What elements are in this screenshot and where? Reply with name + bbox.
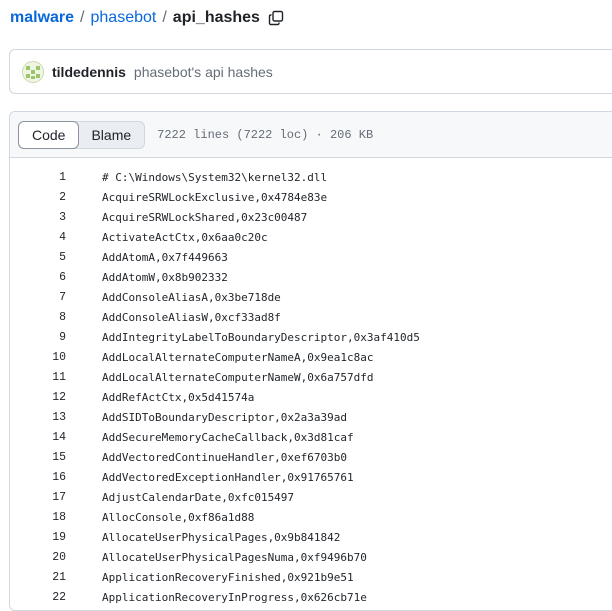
line-content: AddLocalAlternateComputerNameA,0x9ea1c8a… [102,350,374,364]
line-number[interactable]: 12 [10,391,66,404]
code-line: 20 AllocateUserPhysicalPagesNuma,0xf9496b… [10,547,612,567]
line-content: ApplicationRecoveryFinished,0x921b9e51 [102,570,354,584]
code-line: 4 ActivateActCtx,0x6aa0c20c [10,227,612,247]
line-number[interactable]: 15 [10,451,66,464]
commit-author-link[interactable]: tildedennis [52,64,126,80]
line-content: AllocateUserPhysicalPagesNuma,0xf9496b70 [102,550,367,564]
line-number[interactable]: 2 [10,191,66,204]
line-number[interactable]: 4 [10,231,66,244]
code-line: 9 AddIntegrityLabelToBoundaryDescriptor,0… [10,327,612,347]
line-number[interactable]: 21 [10,571,66,584]
line-content: AddVectoredExceptionHandler,0x91765761 [102,470,354,484]
code-line: 16 AddVectoredExceptionHandler,0x91765761 [10,467,612,487]
breadcrumb-repo-owner[interactable]: malware [10,9,74,27]
line-content: AllocConsole,0xf86a1d88 [102,510,255,524]
line-number[interactable]: 7 [10,291,66,304]
code-line: 8 AddConsoleAliasW,0xcf33ad8f [10,307,612,327]
copy-path-button[interactable] [268,10,284,26]
line-content: AddAtomW,0x8b902332 [102,270,228,284]
line-content: # C:\Windows\System32\kernel32.dll [102,170,328,184]
code-line: 5 AddAtomA,0x7f449663 [10,247,612,267]
line-number[interactable]: 3 [10,211,66,224]
code-line: 7 AddConsoleAliasA,0x3be718de [10,287,612,307]
line-number[interactable]: 22 [10,591,66,604]
code-line: 15 AddVectoredContinueHandler,0xef6703b0 [10,447,612,467]
commit-message-link[interactable]: phasebot's api hashes [134,64,273,80]
code-view: 1 # C:\Windows\System32\kernel32.dll 2 Acqu… [10,158,612,607]
file-header: Code Blame 7222 lines (7222 loc) · 206 K… [10,112,612,158]
line-content: AddConsoleAliasA,0x3be718de [102,290,281,304]
code-line: 18 AllocConsole,0xf86a1d88 [10,507,612,527]
line-content: AddAtomA,0x7f449663 [102,250,228,264]
line-content: AcquireSRWLockShared,0x23c00487 [102,210,308,224]
identicon-avatar-icon [23,61,43,82]
line-number[interactable]: 8 [10,311,66,324]
line-number[interactable]: 5 [10,251,66,264]
code-line: 12 AddRefActCtx,0x5d41574a [10,387,612,407]
code-line: 13 AddSIDToBoundaryDescriptor,0x2a3a39ad [10,407,612,427]
line-content: AddConsoleAliasW,0xcf33ad8f [102,310,281,324]
line-number[interactable]: 18 [10,511,66,524]
line-number[interactable]: 19 [10,531,66,544]
line-content: AdjustCalendarDate,0xfc015497 [102,490,295,504]
avatar[interactable] [22,60,44,83]
latest-commit-box: tildedennis phasebot's api hashes [9,49,612,94]
code-line: 10 AddLocalAlternateComputerNameA,0x9ea1c… [10,347,612,367]
code-line: 2 AcquireSRWLockExclusive,0x4784e83e [10,187,612,207]
code-line: 14 AddSecureMemoryCacheCallback,0x3d81caf [10,427,612,447]
line-content: AddSIDToBoundaryDescriptor,0x2a3a39ad [102,410,348,424]
code-line: 17 AdjustCalendarDate,0xfc015497 [10,487,612,507]
line-content: AllocateUserPhysicalPages,0x9b841842 [102,530,341,544]
code-line: 3 AcquireSRWLockShared,0x23c00487 [10,207,612,227]
line-content: AddVectoredContinueHandler,0xef6703b0 [102,450,348,464]
code-line: 22 ApplicationRecoveryInProgress,0x626cb7… [10,587,612,607]
file-stats: 7222 lines (7222 loc) · 206 KB [157,127,374,142]
line-content: AddLocalAlternateComputerNameW,0x6a757df… [102,370,374,384]
breadcrumb-file-name: api_hashes [172,9,260,26]
line-number[interactable]: 10 [10,351,66,364]
view-mode-toggle: Code Blame [18,120,146,149]
line-number[interactable]: 9 [10,331,66,344]
line-number[interactable]: 1 [10,171,66,184]
line-number[interactable]: 13 [10,411,66,424]
code-line: 19 AllocateUserPhysicalPages,0x9b841842 [10,527,612,547]
line-content: AddSecureMemoryCacheCallback,0x3d81caf [102,430,354,444]
line-number[interactable]: 14 [10,431,66,444]
tab-blame[interactable]: Blame [78,122,144,148]
line-content: AddRefActCtx,0x5d41574a [102,390,255,404]
breadcrumb: malware / phasebot / api_hashes [10,7,284,29]
line-number[interactable]: 11 [10,371,66,384]
line-content: AddIntegrityLabelToBoundaryDescriptor,0x… [102,330,420,344]
line-content: AcquireSRWLockExclusive,0x4784e83e [102,190,328,204]
breadcrumb-separator: / [162,9,167,26]
tab-code[interactable]: Code [18,120,80,149]
code-line: 21 ApplicationRecoveryFinished,0x921b9e51 [10,567,612,587]
line-number[interactable]: 16 [10,471,66,484]
copy-icon [268,10,284,26]
file-viewer: Code Blame 7222 lines (7222 loc) · 206 K… [9,111,612,611]
line-content: ApplicationRecoveryInProgress,0x626cb71e [102,590,367,604]
breadcrumb-repo-name[interactable]: phasebot [91,9,157,27]
line-number[interactable]: 6 [10,271,66,284]
code-line: 6 AddAtomW,0x8b902332 [10,267,612,287]
line-content: ActivateActCtx,0x6aa0c20c [102,230,268,244]
code-line: 1 # C:\Windows\System32\kernel32.dll [10,167,612,187]
breadcrumb-separator: / [80,9,85,26]
code-line: 11 AddLocalAlternateComputerNameW,0x6a757… [10,367,612,387]
line-number[interactable]: 17 [10,491,66,504]
line-number[interactable]: 20 [10,551,66,564]
